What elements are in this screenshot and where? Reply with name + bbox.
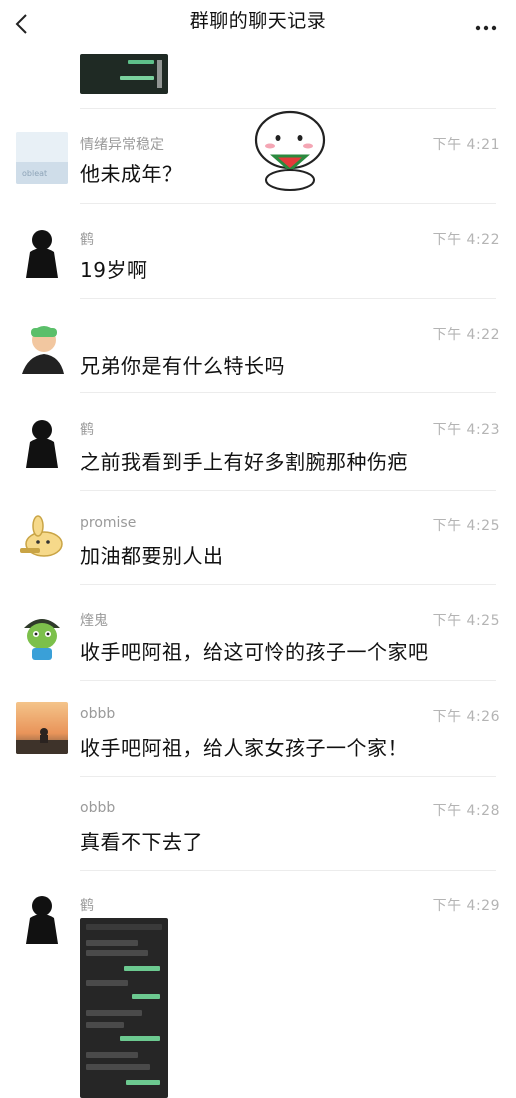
message-text: 收手吧阿祖，给人家女孩子一个家！ xyxy=(80,736,408,760)
sticker-image[interactable] xyxy=(248,108,334,194)
nav-bar: 群聊的聊天记录 xyxy=(0,0,516,44)
screenshot-image[interactable] xyxy=(80,918,168,1098)
divider xyxy=(80,203,496,204)
chat-history-screen: 群聊的聊天记录 obleat 情绪异常稳定 下午 4:21 他未成年？ 鹤 下午… xyxy=(0,0,516,1098)
sender-name: 鹤 xyxy=(80,898,94,914)
svg-text:obleat: obleat xyxy=(22,169,47,178)
avatar[interactable] xyxy=(16,702,68,754)
avatar[interactable] xyxy=(16,322,68,374)
more-horizontal-icon[interactable] xyxy=(472,13,500,33)
sender-name: promise xyxy=(80,515,137,531)
avatar[interactable] xyxy=(16,892,68,944)
message-text: 兄弟你是有什么特长吗 xyxy=(80,354,285,378)
message-text: 19岁啊 xyxy=(80,258,148,282)
message-time: 下午 4:23 xyxy=(432,422,500,438)
sender-name: 鹤 xyxy=(80,422,94,438)
message-time: 下午 4:25 xyxy=(432,518,500,534)
divider xyxy=(80,870,496,871)
divider xyxy=(80,680,496,681)
divider xyxy=(80,584,496,585)
message-time: 下午 4:26 xyxy=(432,709,500,725)
sender-name: 煃鬼 xyxy=(80,613,108,629)
message-time: 下午 4:22 xyxy=(432,327,500,343)
sender-name: obbb xyxy=(80,706,116,722)
avatar[interactable] xyxy=(16,512,68,564)
sender-name: 鹤 xyxy=(80,232,94,248)
avatar[interactable] xyxy=(16,226,68,278)
message-text: 收手吧阿祖，给这可怜的孩子一个家吧 xyxy=(80,640,429,664)
message-time: 下午 4:25 xyxy=(432,613,500,629)
divider xyxy=(80,490,496,491)
divider xyxy=(80,776,496,777)
message-text: 真看不下去了 xyxy=(80,830,203,854)
message-text: 之前我看到手上有好多割腕那种伤疤 xyxy=(80,450,408,474)
avatar[interactable]: obleat xyxy=(16,132,68,184)
image-thumbnail[interactable] xyxy=(80,54,168,94)
sender-name: obbb xyxy=(80,800,116,816)
avatar[interactable] xyxy=(16,608,68,660)
divider xyxy=(80,392,496,393)
sender-name: 情绪异常稳定 xyxy=(80,137,164,153)
avatar[interactable] xyxy=(16,416,68,468)
message-time: 下午 4:22 xyxy=(432,232,500,248)
message-time: 下午 4:29 xyxy=(432,898,500,914)
divider xyxy=(80,298,496,299)
message-text: 加油都要别人出 xyxy=(80,544,224,568)
message-time: 下午 4:21 xyxy=(432,137,500,153)
page-title: 群聊的聊天记录 xyxy=(189,10,327,32)
message-time: 下午 4:28 xyxy=(432,803,500,819)
message-text: 他未成年？ xyxy=(80,162,183,186)
